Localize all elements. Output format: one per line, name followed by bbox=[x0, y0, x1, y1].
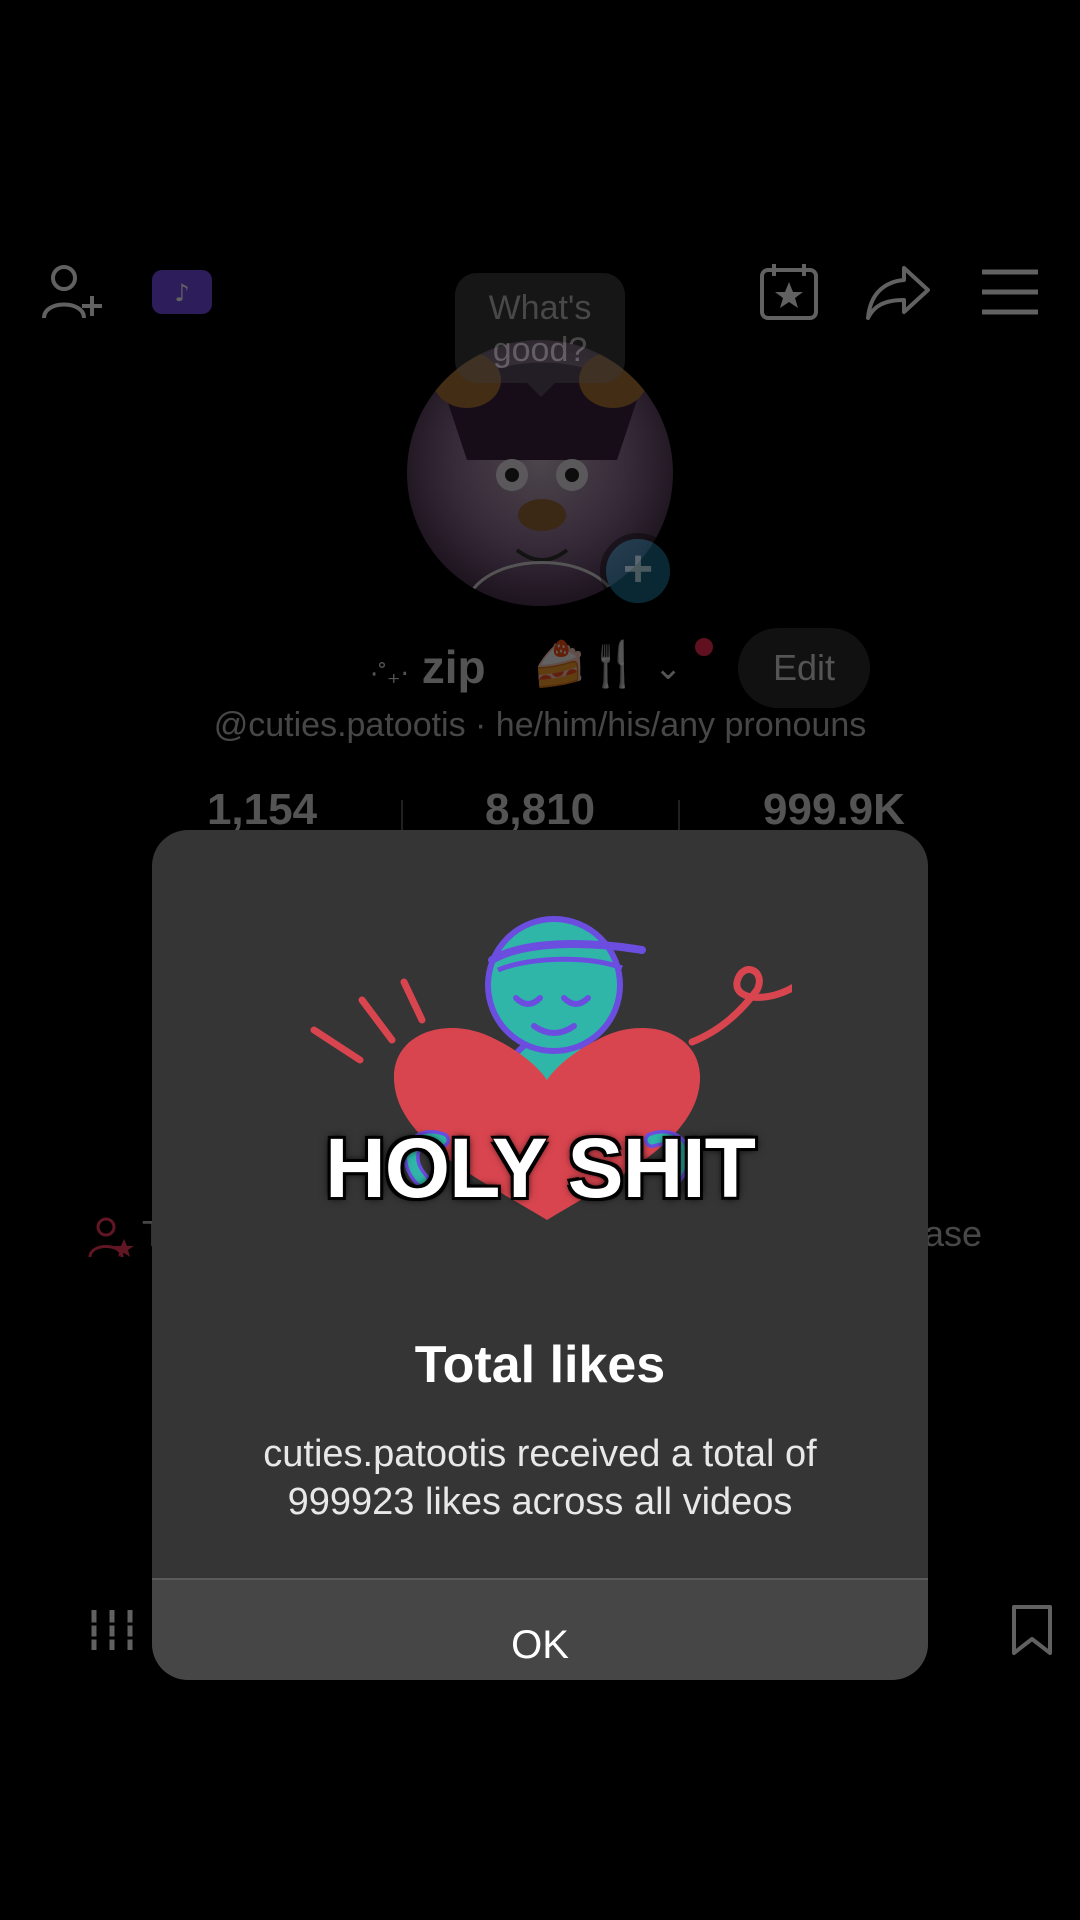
svg-text:♪: ♪ bbox=[174, 279, 189, 307]
likes-count[interactable]: 999.9K bbox=[734, 785, 934, 835]
profile-handle: @cuties.patootis · he/him/his/any pronou… bbox=[213, 706, 867, 744]
dialog-message: cuties.patootis received a total of 9999… bbox=[263, 1433, 817, 1523]
add-avatar-icon[interactable]: + bbox=[600, 533, 676, 609]
menu-icon[interactable] bbox=[978, 262, 1046, 322]
add-friend-icon[interactable] bbox=[40, 262, 108, 322]
grid-icon[interactable] bbox=[88, 1606, 136, 1654]
calendar-star-icon[interactable] bbox=[756, 262, 824, 322]
stat-divider bbox=[678, 800, 680, 834]
following-count[interactable]: 1,154 bbox=[162, 785, 362, 835]
promo-label: ase bbox=[924, 1213, 983, 1254]
edit-profile-button[interactable]: Edit bbox=[738, 628, 870, 708]
status-tooltip: What's good? bbox=[455, 273, 625, 397]
dropdown-chevron-icon[interactable]: ⌄ bbox=[654, 649, 683, 687]
dialog-title: Total likes bbox=[414, 1336, 666, 1394]
overlay-caption: HOLY SHIT bbox=[325, 1121, 756, 1215]
followers-count[interactable]: 8,810 bbox=[440, 785, 640, 835]
notification-dot bbox=[694, 638, 713, 656]
tiktok-badge-icon[interactable]: ♪ bbox=[150, 268, 214, 316]
stat-divider bbox=[401, 800, 403, 834]
name-emoji: 🍰🍴 ⌄ bbox=[532, 638, 713, 690]
display-name: ⋅˚₊‧ zip bbox=[370, 640, 486, 694]
name-prefix: ⋅˚₊‧ bbox=[370, 659, 409, 689]
ok-button[interactable]: OK bbox=[152, 1578, 928, 1680]
bookmark-icon[interactable] bbox=[1010, 1603, 1054, 1657]
creator-star-icon[interactable] bbox=[88, 1215, 136, 1259]
name-text: zip bbox=[421, 641, 486, 693]
name-emoji-text: 🍰🍴 bbox=[532, 640, 642, 689]
total-likes-dialog: Total likes cuties.patootis received a t… bbox=[152, 830, 928, 1680]
share-icon[interactable] bbox=[864, 262, 932, 322]
